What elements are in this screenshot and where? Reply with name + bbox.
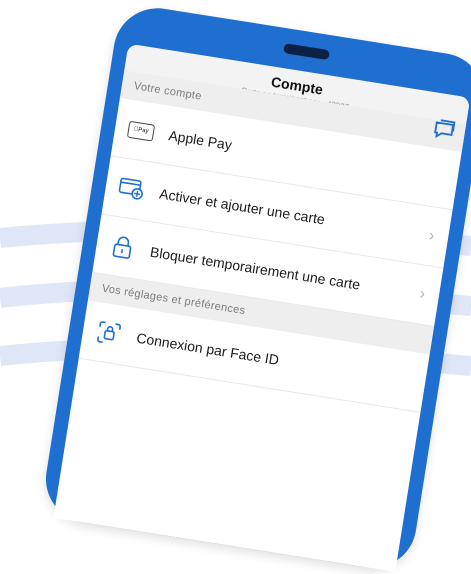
card-add-icon — [116, 176, 147, 202]
list-item-label: Bloquer temporairement une carte — [149, 243, 362, 293]
list-item-label: Apple Pay — [167, 127, 234, 153]
phone-speaker — [282, 43, 330, 61]
chat-icon[interactable] — [431, 117, 456, 142]
chevron-right-icon: › — [427, 227, 436, 245]
chevron-right-icon: › — [418, 285, 427, 303]
list-item-label: Connexion par Face ID — [135, 329, 281, 368]
phone-screen: Compte Carte se terminant par - 42007 Vo… — [53, 43, 471, 572]
lock-icon — [107, 234, 138, 260]
apple-pay-badge: Pay — [126, 120, 156, 142]
face-id-icon — [93, 320, 124, 346]
apple-pay-icon: Pay — [126, 118, 157, 144]
section-header-label: Votre compte — [133, 80, 203, 103]
list-item-label: Activer et ajouter une carte — [158, 185, 327, 228]
